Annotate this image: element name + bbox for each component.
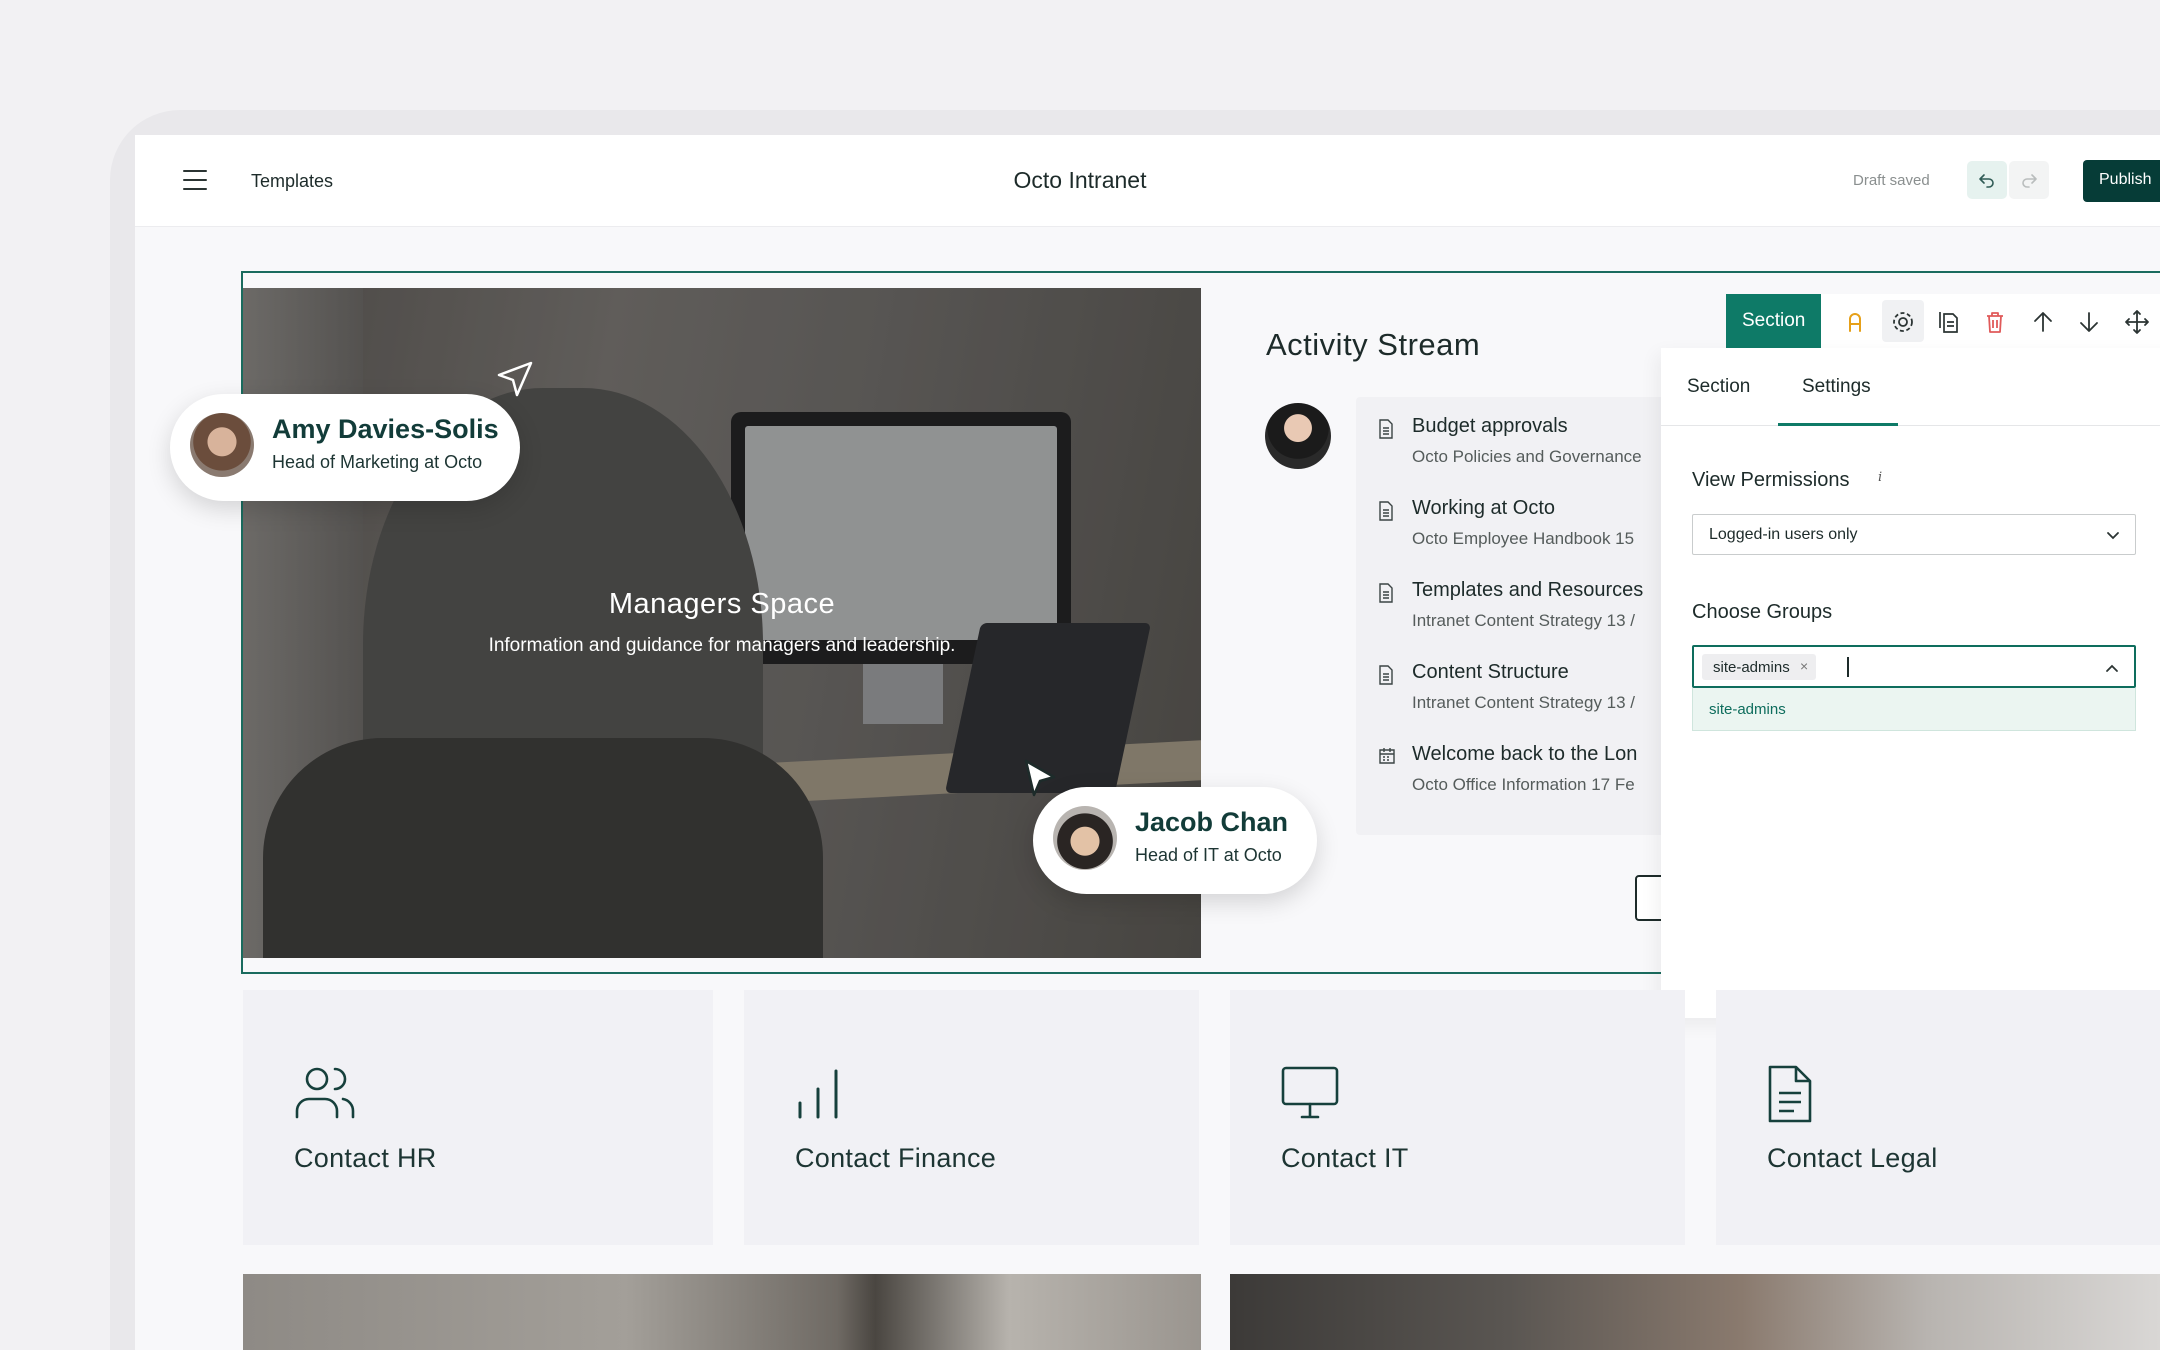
choose-groups-label: Choose Groups xyxy=(1692,601,1833,623)
hero-title: Managers Space xyxy=(608,588,836,620)
activity-item-title: Welcome back to the Lon xyxy=(1412,743,1638,765)
tab-section[interactable]: Section xyxy=(1687,376,1750,398)
page-canvas: Managers Space Information and guidance … xyxy=(135,227,2160,1350)
tag-label: site-admins xyxy=(1713,659,1790,676)
file-text-icon xyxy=(1768,1065,1812,1123)
contact-it-label: Contact IT xyxy=(1281,1143,1409,1173)
pointer-cursor-icon xyxy=(1024,759,1056,797)
send-cursor-icon xyxy=(497,361,533,397)
activity-item-title: Content Structure xyxy=(1412,661,1569,683)
groups-dropdown: site-admins xyxy=(1692,688,2136,731)
contact-legal-tile[interactable]: Contact Legal xyxy=(1716,990,2160,1245)
document-icon xyxy=(1379,419,1393,439)
users-icon xyxy=(295,1067,355,1119)
remove-tag-icon[interactable]: × xyxy=(1800,658,1808,674)
publish-button[interactable]: Publish xyxy=(2083,160,2160,202)
accessibility-icon[interactable] xyxy=(1842,309,1868,335)
document-icon xyxy=(1379,583,1393,603)
calendar-icon xyxy=(1379,748,1395,764)
avatar xyxy=(190,413,254,477)
presence-name: Amy Davies-Solis xyxy=(272,414,499,444)
section-toolbar: Section xyxy=(1726,294,2160,348)
activity-stream-title: Activity Stream xyxy=(1266,327,1481,362)
info-icon[interactable]: i xyxy=(1878,470,1882,485)
activity-item-meta: Octo Policies and Governance xyxy=(1412,447,1642,466)
avatar xyxy=(1053,806,1117,870)
contact-finance-tile[interactable]: Contact Finance xyxy=(744,990,1199,1245)
activity-item-title: Working at Octo xyxy=(1412,497,1556,519)
presence-role: Head of IT at Octo xyxy=(1135,845,1282,865)
trash-icon[interactable] xyxy=(1982,309,2008,335)
presence-card-amy: Amy Davies-Solis Head of Marketing at Oc… xyxy=(170,394,520,501)
arrow-up-icon[interactable] xyxy=(2030,309,2056,335)
redo-button[interactable] xyxy=(2009,161,2049,199)
activity-item-meta: Octo Employee Handbook 15 xyxy=(1412,529,1635,548)
move-icon[interactable] xyxy=(2124,309,2150,335)
bottom-image-left xyxy=(243,1274,1201,1350)
monitor-icon xyxy=(1281,1066,1339,1119)
activity-item-meta: Octo Office Information 17 Fe xyxy=(1412,775,1635,794)
avatar xyxy=(1265,403,1331,469)
bottom-image-right xyxy=(1230,1274,2160,1350)
view-permissions-select[interactable]: Logged-in users only xyxy=(1692,514,2136,555)
activity-item-meta: Intranet Content Strategy 13 / xyxy=(1412,611,1636,630)
activity-item-title: Templates and Resources xyxy=(1412,579,1644,601)
document-icon xyxy=(1379,501,1393,521)
dropdown-option[interactable]: site-admins xyxy=(1709,701,1786,718)
contact-finance-label: Contact Finance xyxy=(795,1143,997,1173)
document-icon xyxy=(1379,665,1393,685)
view-permissions-value: Logged-in users only xyxy=(1709,526,1858,543)
top-bar: Templates Octo Intranet Draft saved Publ… xyxy=(135,135,2160,227)
gear-icon[interactable] xyxy=(1890,309,1916,335)
hero-subtitle: Information and guidance for managers an… xyxy=(488,635,956,656)
activity-item-meta: Intranet Content Strategy 13 / xyxy=(1412,693,1636,712)
copy-icon[interactable] xyxy=(1936,309,1962,335)
contact-it-tile[interactable]: Contact IT xyxy=(1230,990,1685,1245)
chevron-up-icon[interactable] xyxy=(2104,660,2120,676)
editor-screen: Templates Octo Intranet Draft saved Publ… xyxy=(135,135,2160,1350)
text-caret xyxy=(1847,657,1849,677)
contact-legal-label: Contact Legal xyxy=(1767,1143,1938,1173)
tab-settings[interactable]: Settings xyxy=(1802,376,1871,398)
redo-icon xyxy=(2022,174,2037,188)
presence-name: Jacob Chan xyxy=(1135,807,1289,837)
draft-status: Draft saved xyxy=(1853,172,1930,189)
bar-chart-icon xyxy=(798,1069,838,1119)
chevron-down-icon xyxy=(2107,532,2119,540)
undo-button[interactable] xyxy=(1967,161,2007,199)
settings-panel: Section Settings View Permissions i Logg… xyxy=(1661,348,2160,1018)
presence-role: Head of Marketing at Octo xyxy=(272,452,483,472)
arrow-down-icon[interactable] xyxy=(2076,309,2102,335)
view-permissions-label: View Permissions xyxy=(1692,469,1850,491)
contact-hr-label: Contact HR xyxy=(294,1143,437,1173)
section-chip-button[interactable]: Section xyxy=(1726,294,1821,348)
selected-group-tag: site-admins × xyxy=(1702,654,1816,680)
contact-hr-tile[interactable]: Contact HR xyxy=(243,990,713,1245)
presence-card-jacob: Jacob Chan Head of IT at Octo xyxy=(1033,787,1317,894)
active-tab-indicator xyxy=(1778,423,1898,426)
activity-item-title: Budget approvals xyxy=(1412,415,1568,437)
groups-multiselect[interactable]: site-admins × xyxy=(1692,645,2136,688)
undo-icon xyxy=(1979,174,1994,188)
